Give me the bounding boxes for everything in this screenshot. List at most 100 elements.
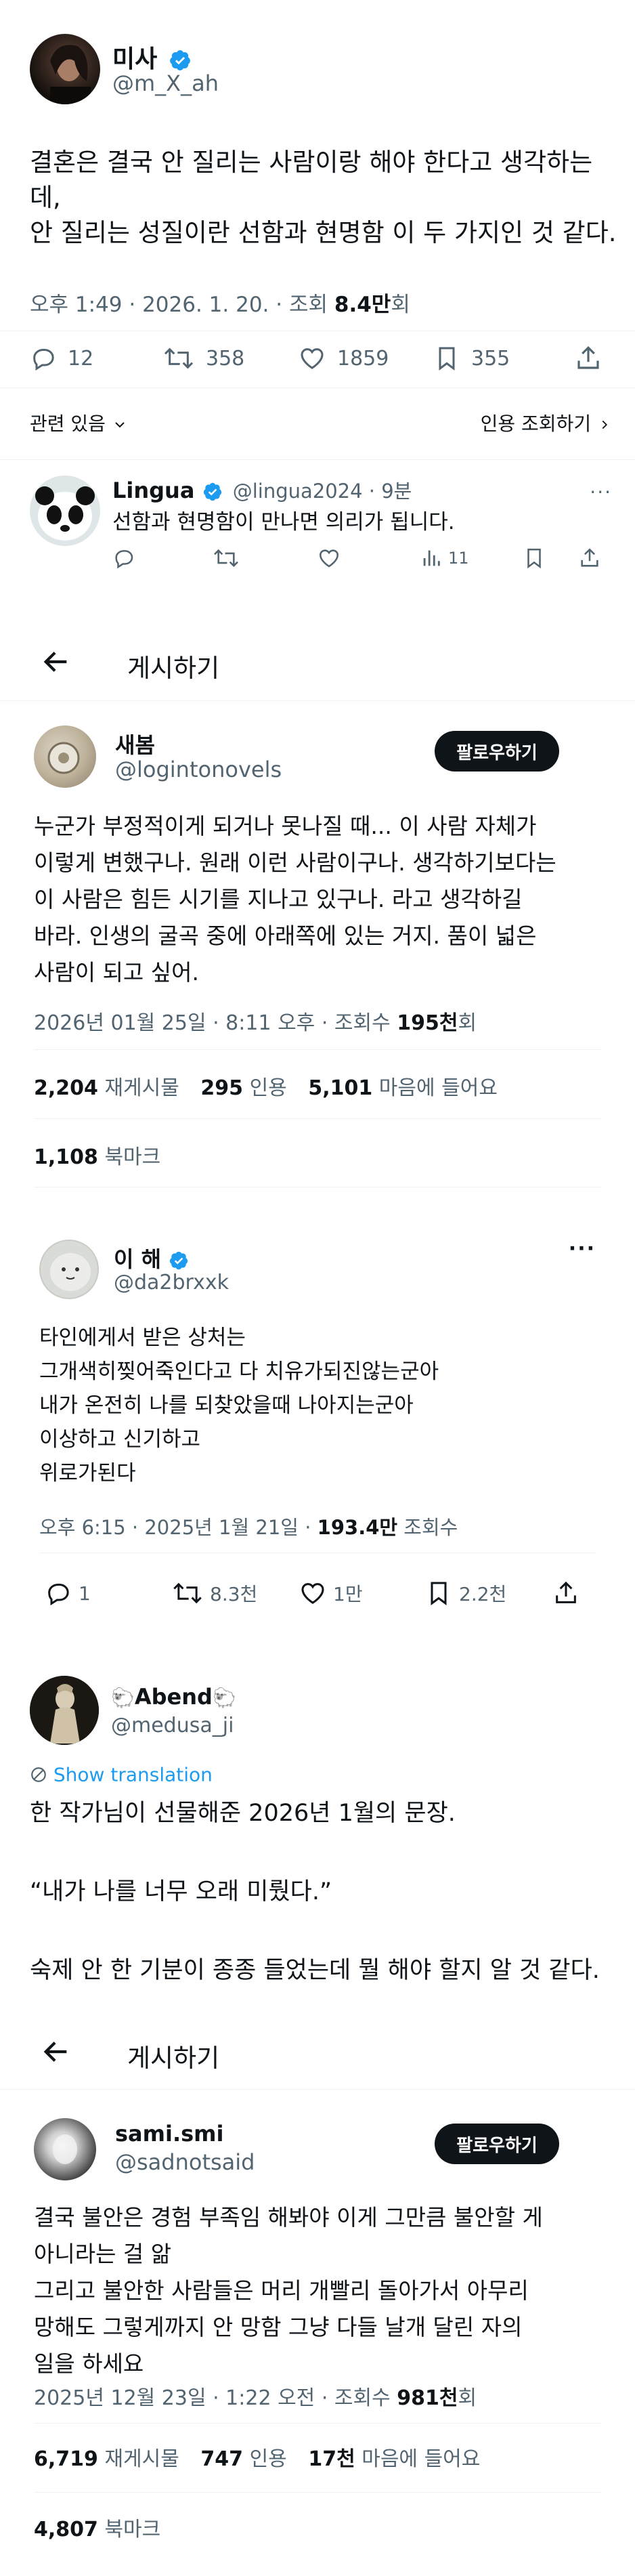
retweet-icon — [214, 549, 238, 568]
reply-button[interactable]: 1 — [45, 1578, 91, 1608]
share-button[interactable] — [574, 342, 603, 375]
author-name[interactable]: sami.smi — [115, 2121, 223, 2147]
view-count: 981천 — [397, 2386, 458, 2410]
engagement-stats: 2,204 재게시물 295 인용 5,101 마음에 들어요 — [34, 1071, 498, 1101]
reply-icon — [115, 550, 133, 569]
verified-badge-icon — [169, 50, 190, 70]
panda-avatar — [35, 486, 95, 541]
bookmark-button[interactable]: 355 — [433, 342, 510, 375]
bookmark-button[interactable]: 2.2천 — [425, 1578, 506, 1608]
retweet-button[interactable]: 8.3천 — [172, 1578, 257, 1608]
post-header: 게시하기 — [0, 2029, 635, 2084]
divider — [0, 387, 635, 388]
sort-dropdown[interactable]: 관련 있음 — [30, 409, 128, 436]
retweet-stat[interactable]: 6,719 재게시물 — [34, 2447, 179, 2471]
quote-views-link[interactable]: 인용 조회하기 — [481, 409, 612, 436]
verified-badge-icon — [170, 1251, 188, 1270]
more-options-icon[interactable]: ··· — [590, 481, 612, 503]
retweet-button[interactable]: 358 — [162, 342, 244, 375]
tweet-main: 미사 @m_X_ah 결혼은 결국 안 질리는 사람이랑 해야 한다고 생각하는… — [0, 0, 635, 461]
share-button[interactable] — [578, 545, 601, 572]
divider — [34, 1118, 601, 1119]
author-handle[interactable]: @m_X_ah — [112, 70, 219, 96]
author-name[interactable]: Lingua @lingua2024 · 9분 — [112, 476, 412, 504]
page-title: 게시하기 — [127, 654, 220, 683]
tweet-timestamp: 오후 1:49 · 2026. 1. 20. · 조회 8.4만회 — [30, 293, 410, 317]
avatar-statue — [30, 1676, 99, 1745]
retweet-icon — [173, 1582, 202, 1604]
quote-stat[interactable]: 295 인용 — [200, 1076, 286, 1100]
reply-icon — [48, 1584, 69, 1606]
avatar[interactable] — [39, 1240, 99, 1299]
chevron-down-icon — [115, 422, 125, 428]
reply-button[interactable]: 12 — [30, 342, 93, 375]
heart-icon — [301, 348, 324, 369]
bookmark-icon — [431, 1582, 447, 1605]
reply-text: 선함과 현명함이 만나면 의리가 됩니다. — [112, 510, 455, 534]
back-arrow-icon — [43, 2042, 67, 2062]
reply-tweet: Lingua @lingua2024 · 9분 ··· 선함과 현명함이 만나면… — [0, 461, 635, 596]
back-button[interactable] — [41, 2036, 72, 2070]
divider — [34, 1049, 601, 1050]
author-handle[interactable]: @medusa_ji — [111, 1714, 234, 1737]
view-count: 193.4만 — [317, 1516, 398, 1539]
view-count: 195천 — [397, 1011, 458, 1035]
avatar[interactable] — [30, 476, 100, 546]
tweet-detail: 🐑Abend🐑 @medusa_ji Show translation 한 작가… — [0, 1666, 635, 2005]
tweet-detail: 이 해 @da2brxxk ··· 타인에게서 받은 상처는 그개색히찢어죽인다… — [0, 1219, 635, 1639]
like-stat[interactable]: 17천 마음에 들어요 — [308, 2447, 480, 2471]
like-stat[interactable]: 5,101 마음에 들어요 — [308, 1076, 498, 1100]
author-name[interactable]: 이 해 — [114, 1242, 189, 1273]
divider — [34, 2423, 601, 2424]
tweet-detail: 새봄 @logintonovels 팔로우하기 누군가 부정적이게 되거나 못나… — [0, 701, 635, 1175]
avatar[interactable] — [34, 2118, 96, 2180]
avatar-portrait — [50, 45, 91, 104]
translate-icon — [31, 1767, 46, 1782]
author-name[interactable]: 🐑Abend🐑 — [111, 1684, 236, 1710]
author-handle[interactable]: @sadnotsaid — [115, 2149, 255, 2175]
author-handle[interactable]: @logintonovels — [115, 757, 282, 782]
heart-icon — [319, 549, 339, 568]
retweet-icon — [164, 347, 194, 369]
follow-button[interactable]: 팔로우하기 — [435, 731, 559, 772]
share-button[interactable] — [552, 1578, 579, 1608]
tweet-timestamp: 2025년 12월 23일 · 1:22 오전 · 조회수 981천회 — [34, 2386, 477, 2410]
bookmark-button[interactable] — [523, 545, 546, 572]
avatar[interactable] — [30, 34, 100, 104]
author-handle[interactable]: @lingua2024 · 9분 — [233, 480, 412, 503]
follow-button[interactable]: 팔로우하기 — [435, 2124, 559, 2164]
divider — [0, 459, 635, 460]
views-button[interactable]: 11 — [420, 545, 469, 572]
retweet-stat[interactable]: 2,204 재게시물 — [34, 1076, 179, 1100]
author-name[interactable]: 새봄 — [115, 728, 155, 759]
retweet-button[interactable] — [213, 545, 240, 572]
tweet-timestamp: 2026년 01월 25일 · 8:11 오후 · 조회수 195천회 — [34, 1011, 477, 1035]
reply-icon — [33, 349, 54, 371]
tweet-detail: sami.smi @sadnotsaid 팔로우하기 결국 불안은 경험 부족임… — [0, 2090, 635, 2576]
tweet-text: 누군가 부정적이게 되거나 못나질 때... 이 사람 자체가 이렇게 변했구나… — [34, 813, 556, 986]
bookmark-stat[interactable]: 4,807 북마크 — [34, 2512, 160, 2542]
avatar[interactable] — [34, 725, 96, 788]
avatar[interactable] — [30, 1676, 99, 1745]
share-icon — [577, 346, 599, 369]
author-handle[interactable]: @da2brxxk — [114, 1271, 229, 1294]
chevron-right-icon — [602, 420, 608, 429]
bookmark-stat[interactable]: 1,108 북마크 — [34, 1140, 160, 1170]
author-name[interactable]: 미사 — [112, 39, 192, 75]
tweet-text-line2: 데, — [30, 183, 61, 212]
share-icon — [556, 1581, 576, 1603]
heart-icon — [301, 1583, 324, 1604]
sheep-emoji-left: 🐑 — [111, 1687, 135, 1709]
tweet-timestamp: 오후 6:15 · 2025년 1월 21일 · 193.4만 조회수 — [39, 1516, 458, 1539]
like-button[interactable] — [317, 545, 341, 572]
quote-stat[interactable]: 747 인용 — [200, 2447, 286, 2471]
like-button[interactable]: 1만 — [299, 1578, 363, 1608]
more-options-icon[interactable]: ··· — [569, 1237, 596, 1261]
post-header: 게시하기 — [0, 637, 635, 691]
show-translation-link[interactable]: Show translation — [30, 1762, 213, 1786]
back-button[interactable] — [41, 646, 72, 680]
avatar-image — [47, 742, 80, 774]
tweet-text: 타인에게서 받은 상처는 그개색히찢어죽인다고 다 치유가되진않는군아 내가 온… — [39, 1326, 439, 1485]
like-button[interactable]: 1859 — [298, 342, 389, 375]
reply-button[interactable] — [112, 545, 135, 572]
